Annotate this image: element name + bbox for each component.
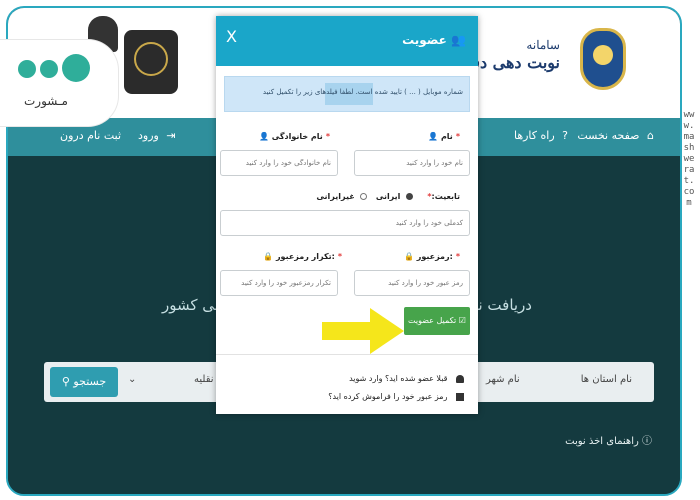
login-link-text: قبلا عضو شده اید؟ وارد شوید — [349, 374, 448, 383]
lock-icon: 🔒 — [403, 252, 417, 261]
info-circle-icon: ⓘ — [642, 436, 652, 447]
required-marker: * — [455, 252, 460, 261]
home-icon: ⌂ — [647, 129, 654, 142]
notice-text: شماره موبایل ( ... ) تایید شده است. لطفا… — [262, 88, 463, 96]
police-emblem-logo — [580, 28, 626, 90]
lock-icon: 🔒 — [263, 252, 276, 261]
modal-title: عضویت 👥 — [402, 33, 466, 47]
nav-home-label: صفحه نخست — [577, 129, 640, 142]
search-button[interactable]: ⚲ جستجو — [50, 367, 118, 397]
nav-solutions-label: راه کارها — [513, 129, 555, 142]
submit-label: تکمیل عضویت — [408, 316, 457, 325]
last-name-label: 👤 نام خانوادگی * — [259, 132, 330, 141]
city-select[interactable]: نام شهر — [486, 374, 520, 385]
forgot-password-link[interactable]: رمز عبور خود را فراموش کرده اید؟ — [328, 392, 464, 401]
notice-alert: شماره موبایل ( ... ) تایید شده است. لطفا… — [224, 76, 470, 112]
password-label-text: رمزعبور: — [416, 252, 453, 261]
search-button-label: جستجو — [73, 375, 107, 388]
login-link[interactable]: قبلا عضو شده اید؟ وارد شوید — [349, 374, 464, 383]
lock-icon — [456, 392, 464, 401]
required-marker: * — [455, 132, 460, 141]
user-icon: 👤 — [428, 132, 441, 141]
search-icon: ⚲ — [61, 375, 74, 388]
first-name-label-text: نام — [440, 132, 453, 141]
guide-link[interactable]: راهنمای اخذ نوبت ⓘ — [565, 432, 652, 447]
nav-home[interactable]: صفحه نخست ⌂ — [577, 129, 654, 142]
login-icon: ⇥ — [166, 129, 176, 142]
emblem-logo-left — [124, 30, 178, 94]
nationality-row: تابعیت:* ایرانی غیرایرانی — [316, 192, 460, 201]
nav-register-label: ثبت نام درون — [60, 129, 121, 142]
last-name-label-text: نام خانوادگی — [271, 132, 323, 141]
chevron-down-icon: ⌄ — [128, 374, 137, 385]
close-icon[interactable]: X — [226, 27, 237, 46]
pointer-arrow-icon — [322, 308, 404, 354]
user-icon: 👤 — [259, 132, 272, 141]
password-repeat-label-text: تکرار رمزعبور: — [275, 252, 335, 261]
password-repeat-label: 🔒 تکرار رمزعبور: * — [263, 252, 342, 261]
nav-login-label: ورود — [138, 129, 159, 142]
password-input[interactable] — [354, 270, 470, 296]
logo-dots-mark — [18, 54, 94, 82]
national-code-input[interactable] — [220, 210, 470, 236]
logo-text: مـشورت — [24, 94, 68, 108]
watermark-url: www.mashwerat.com — [683, 110, 695, 208]
first-name-input[interactable] — [354, 150, 470, 176]
nav-solutions[interactable]: راه کارها ? — [514, 129, 568, 142]
complete-registration-button[interactable]: تکمیل عضویت ☑ — [404, 307, 470, 335]
radio-non-iranian[interactable] — [360, 193, 368, 200]
forgot-password-text: رمز عبور خود را فراموش کرده اید؟ — [328, 392, 448, 401]
password-repeat-input[interactable] — [220, 270, 338, 296]
checkbox-icon: ☑ — [458, 316, 466, 325]
guide-label: راهنمای اخذ نوبت — [565, 436, 639, 447]
modal-title-label: عضویت — [402, 33, 447, 47]
province-select[interactable]: نام استان ها — [581, 374, 632, 385]
nav-login[interactable]: ورود ⇥ — [138, 129, 176, 142]
first-name-label: 👤 نام * — [428, 132, 460, 141]
info-icon: ? — [562, 129, 568, 142]
password-label: 🔒 رمزعبور: * — [404, 252, 460, 261]
user-icon — [456, 374, 464, 383]
mashwerat-logo: مـشورت — [0, 40, 118, 126]
modal-header: X عضویت 👥 — [216, 16, 478, 66]
nationality-label: تابعیت: — [431, 192, 460, 201]
required-marker: * — [325, 132, 330, 141]
nationality-option-foreign: غیرایرانی — [316, 192, 355, 201]
users-icon: 👥 — [451, 33, 466, 47]
radio-iranian[interactable] — [406, 193, 414, 200]
required-marker: * — [337, 252, 342, 261]
nav-register[interactable]: ثبت نام درون — [60, 129, 121, 142]
last-name-input[interactable] — [220, 150, 338, 176]
nationality-option-iranian: ایرانی — [375, 192, 401, 201]
